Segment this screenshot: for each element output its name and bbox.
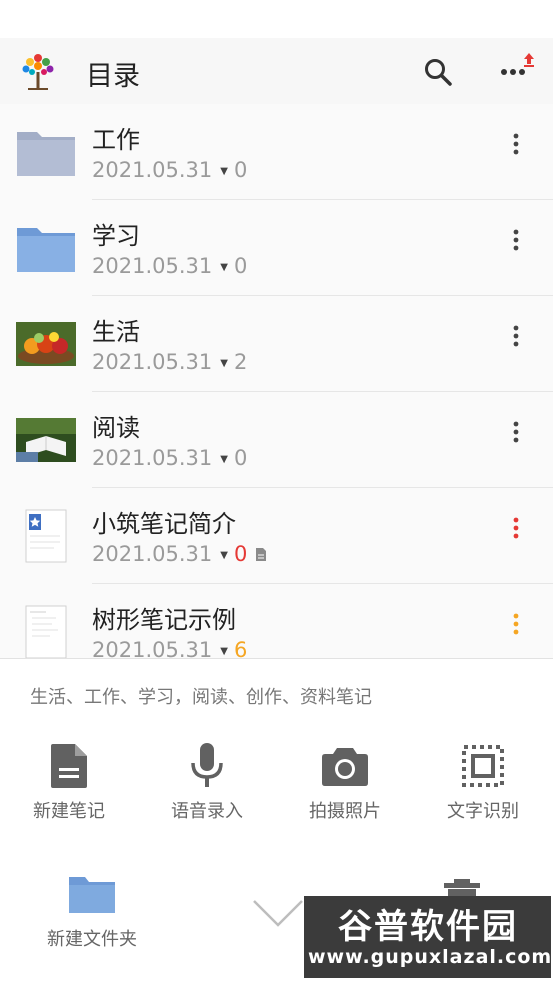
more-vertical-icon xyxy=(513,133,519,155)
voice-input-label: 语音录入 xyxy=(171,801,243,822)
item-title: 学习 xyxy=(92,222,140,250)
item-menu-button[interactable] xyxy=(500,606,532,642)
list-item[interactable]: 生活 2021.05.31 ▼ 2 xyxy=(0,296,553,392)
note-document-icon xyxy=(25,509,67,563)
folder-blue-icon xyxy=(17,228,75,272)
directory-list: 工作 2021.05.31 ▼ 0 学习 2021.05.31 ▼ 0 生活 2… xyxy=(0,104,553,658)
item-meta: 2021.05.31 ▼ 6 xyxy=(92,638,247,658)
list-item[interactable]: 小筑笔记简介 2021.05.31 ▼ 0 xyxy=(0,488,553,584)
new-note-label: 新建笔记 xyxy=(33,801,105,822)
item-date: 2021.05.31 xyxy=(92,254,213,278)
more-vertical-icon xyxy=(513,325,519,347)
new-note-button[interactable]: 新建笔记 xyxy=(0,741,138,831)
item-date: 2021.05.31 xyxy=(92,158,213,182)
list-item[interactable]: 学习 2021.05.31 ▼ 0 xyxy=(0,200,553,296)
caret-down-icon: ▼ xyxy=(220,549,228,561)
item-menu-button[interactable] xyxy=(500,222,532,258)
new-folder-label: 新建文件夹 xyxy=(47,929,137,950)
watermark-title: 谷普软件园 xyxy=(338,906,518,947)
status-time: 8:33 xyxy=(498,8,541,30)
voice-input-button[interactable]: 语音录入 xyxy=(138,741,276,831)
fruit-photo-icon xyxy=(16,322,76,366)
note-document-icon xyxy=(25,605,67,658)
item-count: 0 xyxy=(233,542,248,566)
item-title: 工作 xyxy=(92,126,140,154)
no-sim-icon xyxy=(448,9,465,29)
item-menu-button[interactable] xyxy=(500,510,532,546)
take-photo-button[interactable]: 拍摄照片 xyxy=(276,741,414,831)
tree-logo-icon xyxy=(22,54,54,90)
item-title: 小筑笔记简介 xyxy=(92,510,236,538)
more-vertical-icon xyxy=(513,517,519,539)
caret-down-icon: ▼ xyxy=(220,261,228,273)
item-meta: 2021.05.31 ▼ 0 xyxy=(92,158,247,182)
search-icon xyxy=(425,59,452,86)
text-recognition-button[interactable]: 文字识别 xyxy=(414,741,552,831)
more-vertical-icon xyxy=(513,229,519,251)
caret-down-icon: ▼ xyxy=(220,645,228,657)
item-date: 2021.05.31 xyxy=(92,542,213,566)
item-title: 生活 xyxy=(92,318,140,346)
item-count: 0 xyxy=(233,446,248,470)
more-options-button[interactable] xyxy=(495,52,535,92)
status-icons: 8:33 xyxy=(412,6,541,32)
search-button[interactable] xyxy=(418,52,458,92)
list-item[interactable]: 工作 2021.05.31 ▼ 0 xyxy=(0,104,553,200)
more-vertical-icon xyxy=(513,421,519,443)
microphone-icon xyxy=(191,743,223,787)
item-count: 0 xyxy=(233,158,248,182)
caret-down-icon: ▼ xyxy=(220,357,228,369)
page-title: 目录 xyxy=(86,61,140,92)
battery-icon xyxy=(474,7,489,31)
new-note-icon xyxy=(51,744,87,788)
caret-down-icon: ▼ xyxy=(220,453,228,465)
item-count: 2 xyxy=(233,350,248,374)
item-meta: 2021.05.31 ▼ 0 xyxy=(92,446,247,470)
item-title: 阅读 xyxy=(92,414,140,442)
watermark-url: www.gupuxlazal.com xyxy=(308,946,553,968)
item-meta: 2021.05.31 ▼ 0 xyxy=(92,254,247,278)
list-item[interactable]: 树形笔记示例 2021.05.31 ▼ 6 xyxy=(0,584,553,658)
folder-icon xyxy=(69,877,115,913)
chevron-down-icon[interactable] xyxy=(250,895,306,931)
watermark: 谷普软件园 www.gupuxlazal.com xyxy=(304,896,551,978)
text-recognition-label: 文字识别 xyxy=(447,801,519,822)
item-meta: 2021.05.31 ▼ 0 xyxy=(92,542,267,566)
app-bar: 目录 xyxy=(0,38,553,104)
document-icon xyxy=(256,547,267,561)
item-menu-button[interactable] xyxy=(500,414,532,450)
item-date: 2021.05.31 xyxy=(92,446,213,470)
item-menu-button[interactable] xyxy=(500,318,532,354)
caret-down-icon: ▼ xyxy=(220,165,228,177)
new-folder-button[interactable]: 新建文件夹 xyxy=(22,875,162,955)
item-date: 2021.05.31 xyxy=(92,638,213,658)
take-photo-label: 拍摄照片 xyxy=(309,801,381,822)
item-count: 0 xyxy=(233,254,248,278)
status-bar: 8:33 xyxy=(0,0,553,38)
wifi-icon xyxy=(413,10,438,28)
reading-photo-icon xyxy=(16,418,76,462)
camera-icon xyxy=(322,748,368,786)
item-date: 2021.05.31 xyxy=(92,350,213,374)
item-count: 6 xyxy=(233,638,248,658)
item-title: 树形笔记示例 xyxy=(92,606,236,634)
list-item[interactable]: 阅读 2021.05.31 ▼ 0 xyxy=(0,392,553,488)
sheet-caption: 生活、工作、学习，阅读、创作、资料笔记 xyxy=(30,687,372,708)
upload-arrow-icon xyxy=(524,53,534,64)
item-menu-button[interactable] xyxy=(500,126,532,162)
text-recognition-icon xyxy=(462,745,504,787)
more-vertical-icon xyxy=(513,613,519,635)
more-horizontal-icon xyxy=(501,53,534,75)
item-meta: 2021.05.31 ▼ 2 xyxy=(92,350,247,374)
folder-gray-icon xyxy=(17,132,75,176)
